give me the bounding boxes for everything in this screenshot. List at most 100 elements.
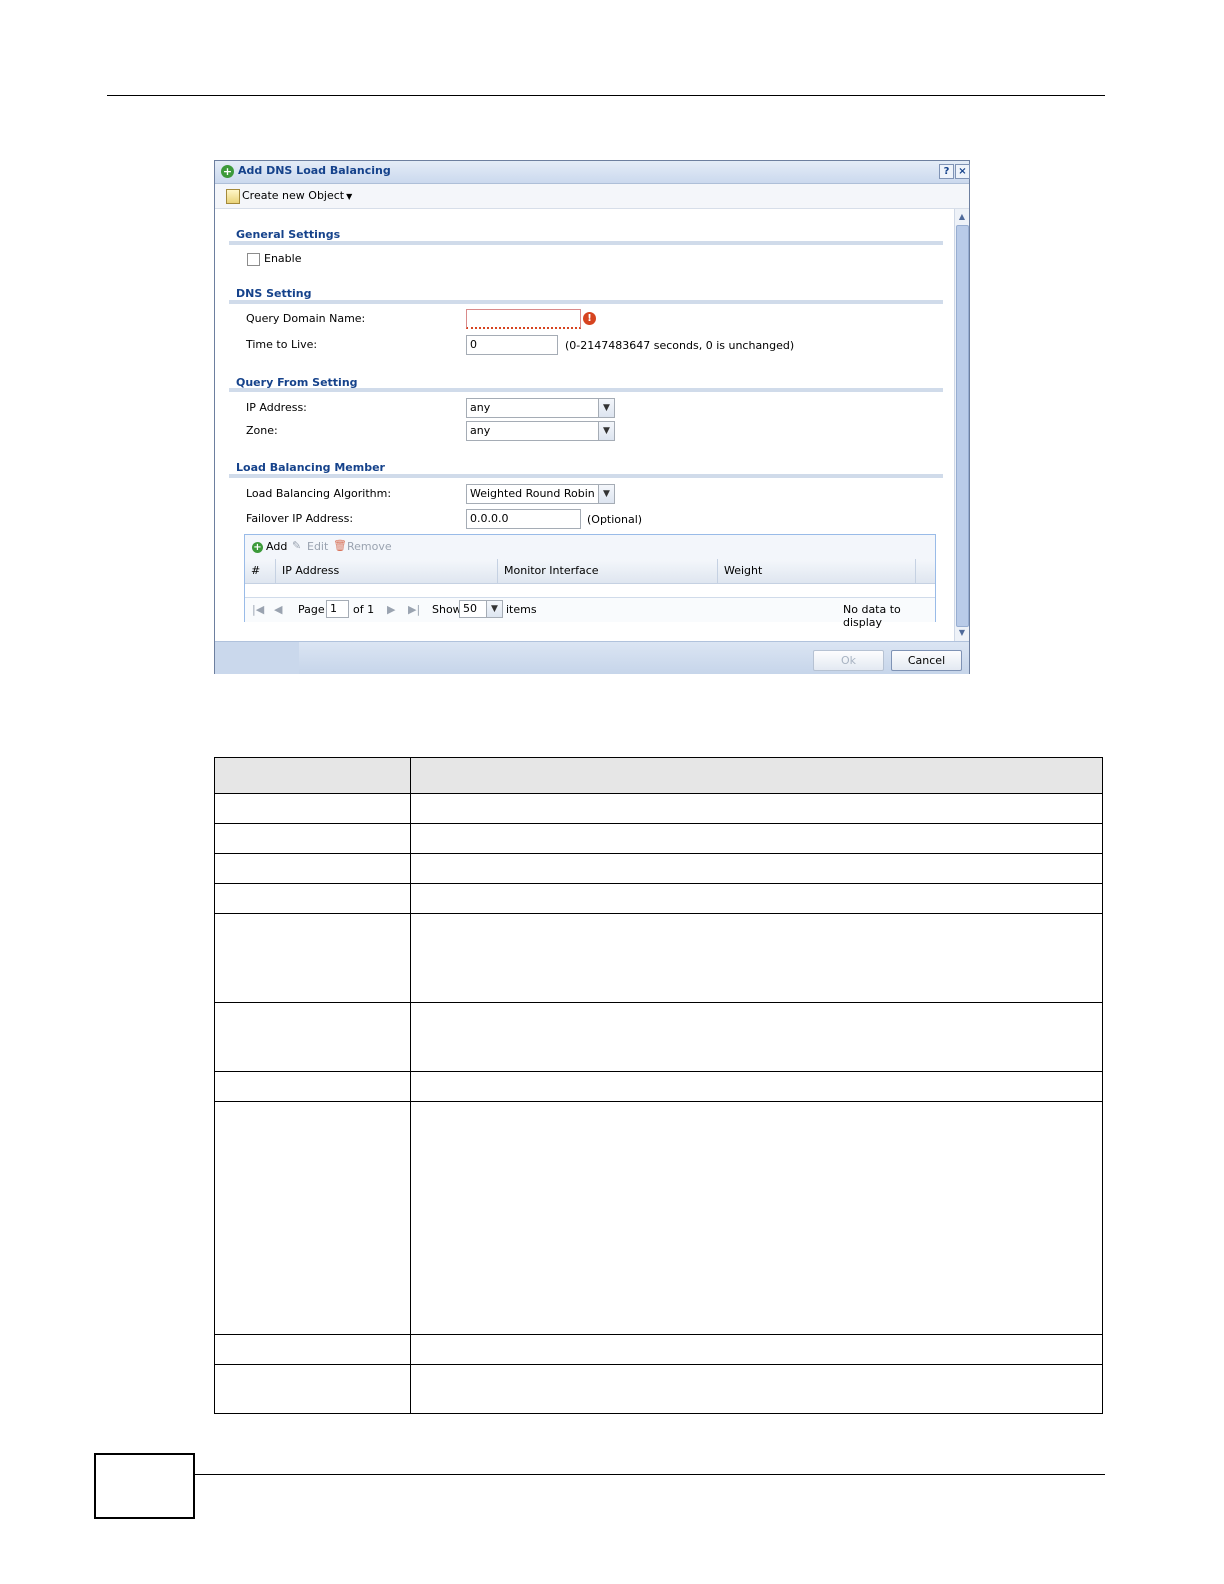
next-page-icon[interactable]: ▶	[387, 603, 395, 616]
table-cell	[214, 1334, 411, 1365]
page-size-select[interactable]: 50 ▼	[459, 600, 503, 618]
trash-icon: 🗑	[333, 539, 347, 552]
close-icon[interactable]: ×	[955, 164, 970, 179]
footer-rule	[193, 1474, 1105, 1475]
help-icon[interactable]: ?	[939, 164, 954, 179]
load-balancing-algorithm-label: Load Balancing Algorithm:	[246, 487, 392, 500]
add-dns-load-balancing-dialog: + Add DNS Load Balancing ? × Create new …	[214, 160, 970, 674]
scroll-down-icon[interactable]: ▼	[956, 627, 968, 639]
table-cell	[410, 823, 1103, 854]
table-row	[214, 883, 1103, 914]
table-cell	[410, 913, 1103, 1003]
query-domain-name-input[interactable]	[466, 309, 581, 329]
header-rule	[107, 95, 1105, 96]
failover-ip-address-label: Failover IP Address:	[246, 512, 354, 525]
table-cell	[214, 793, 411, 824]
table-cell	[214, 1364, 411, 1414]
vertical-scrollbar[interactable]: ▲ ▼	[954, 209, 969, 641]
table-row	[214, 1364, 1103, 1414]
table-row	[214, 1071, 1103, 1102]
ip-address-select[interactable]: any ▼	[466, 398, 615, 418]
footer-panel	[215, 642, 299, 674]
column-header-number[interactable]: #	[245, 559, 276, 583]
ok-button[interactable]: Ok	[813, 650, 884, 671]
member-grid: + Add ✎ Edit 🗑 Remove # IP Address Monit…	[244, 534, 936, 629]
dialog-footer: Ok Cancel	[215, 641, 969, 674]
table-cell	[214, 1002, 411, 1072]
table-row	[214, 793, 1103, 824]
general-settings-heading: General Settings	[236, 228, 341, 241]
chevron-down-icon[interactable]: ▼	[598, 422, 614, 440]
load-balancing-algorithm-value: Weighted Round Robin	[470, 487, 595, 500]
ip-address-value: any	[470, 401, 491, 414]
table-row	[214, 1334, 1103, 1365]
time-to-live-label: Time to Live:	[246, 338, 318, 351]
scrollbar-thumb[interactable]	[956, 225, 969, 627]
table-row	[214, 913, 1103, 1003]
table-cell	[214, 853, 411, 884]
page-number-input[interactable]: 1	[326, 600, 349, 618]
query-domain-name-label: Query Domain Name:	[246, 312, 366, 325]
scroll-up-icon[interactable]: ▲	[956, 211, 968, 223]
failover-ip-address-input[interactable]: 0.0.0.0	[466, 509, 581, 529]
table-header-row	[214, 757, 1103, 794]
page-label: Page	[298, 603, 325, 616]
edit-button[interactable]: Edit	[307, 540, 328, 553]
enable-label: Enable	[264, 252, 302, 265]
show-label: Show	[432, 603, 462, 616]
add-button[interactable]: Add	[266, 540, 287, 553]
table-row	[214, 1101, 1103, 1335]
ip-address-label: IP Address:	[246, 401, 307, 414]
remove-button[interactable]: Remove	[347, 540, 392, 553]
table-cell	[214, 1071, 411, 1102]
cancel-button[interactable]: Cancel	[891, 650, 962, 671]
create-new-object-menu[interactable]: Create new Object ▼	[242, 189, 352, 202]
table-cell	[410, 1002, 1103, 1072]
table-cell	[410, 1334, 1103, 1365]
time-to-live-input[interactable]: 0	[466, 335, 558, 355]
dialog-titlebar: + Add DNS Load Balancing ? ×	[215, 161, 970, 184]
page-number-box	[94, 1453, 195, 1519]
chevron-down-icon[interactable]: ▼	[486, 601, 502, 617]
grid-header: # IP Address Monitor Interface Weight	[245, 559, 935, 584]
first-page-icon[interactable]: |◀	[252, 603, 264, 616]
column-header-ip-address[interactable]: IP Address	[276, 559, 498, 583]
load-balancing-member-heading: Load Balancing Member	[236, 461, 385, 474]
chevron-down-icon[interactable]: ▼	[598, 399, 614, 417]
table-row	[214, 853, 1103, 884]
zone-select[interactable]: any ▼	[466, 421, 615, 441]
dialog-title: Add DNS Load Balancing	[238, 164, 391, 177]
table-cell	[410, 793, 1103, 824]
items-label: items	[506, 603, 537, 616]
grid-toolbar: + Add ✎ Edit 🗑 Remove	[245, 535, 935, 560]
grid-pager: |◀ ◀ Page 1 of 1 ▶ ▶| Show 50 ▼ items No…	[245, 597, 935, 629]
empty-grid-message: No data to display	[843, 603, 901, 629]
section-divider	[229, 474, 943, 478]
table-cell	[410, 853, 1103, 884]
load-balancing-algorithm-select[interactable]: Weighted Round Robin ▼	[466, 484, 615, 504]
table-cell	[410, 1101, 1103, 1335]
page-of-label: of 1	[353, 603, 375, 616]
time-to-live-hint: (0-2147483647 seconds, 0 is unchanged)	[565, 339, 795, 352]
table-header-cell	[410, 757, 1103, 794]
zone-value: any	[470, 424, 491, 437]
last-page-icon[interactable]: ▶|	[408, 603, 420, 616]
failover-hint: (Optional)	[587, 513, 643, 526]
table-cell	[410, 1364, 1103, 1414]
add-icon: +	[221, 165, 234, 178]
table-cell	[214, 1101, 411, 1335]
table-row	[214, 1002, 1103, 1072]
enable-checkbox[interactable]	[247, 253, 260, 266]
zone-label: Zone:	[246, 424, 278, 437]
chevron-down-icon[interactable]: ▼	[598, 485, 614, 503]
column-header-weight[interactable]: Weight	[718, 559, 916, 583]
table-cell	[214, 823, 411, 854]
field-description-table	[214, 757, 1103, 1414]
column-header-monitor-interface[interactable]: Monitor Interface	[498, 559, 718, 583]
add-icon: +	[252, 542, 263, 553]
section-divider	[229, 388, 943, 392]
table-cell	[410, 883, 1103, 914]
prev-page-icon[interactable]: ◀	[274, 603, 282, 616]
table-row	[214, 823, 1103, 854]
table-cell	[214, 913, 411, 1003]
